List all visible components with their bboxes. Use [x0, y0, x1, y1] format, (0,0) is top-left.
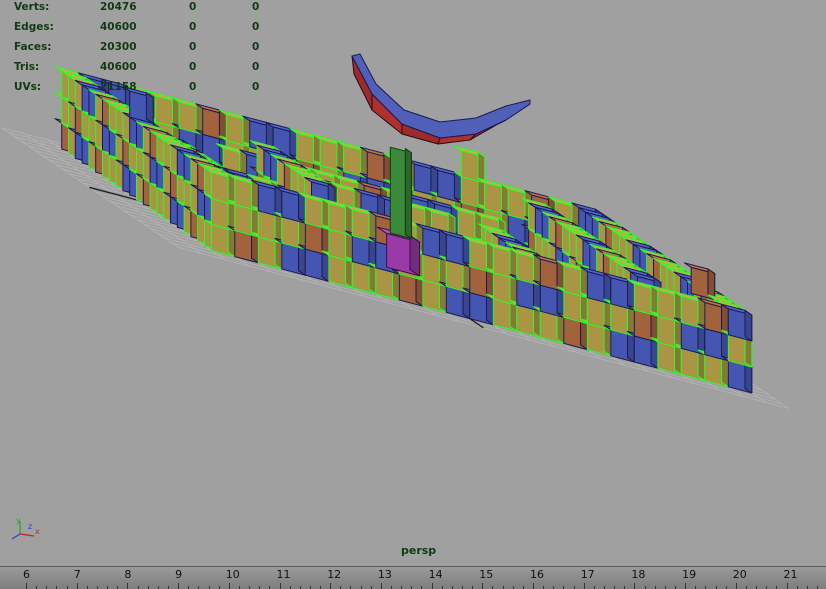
timeline-tick — [583, 583, 585, 589]
timeline-tick — [76, 583, 78, 589]
timeline-frame-label: 11 — [276, 568, 291, 581]
hud-value: 0 — [252, 41, 260, 53]
timeline-frame-label: 9 — [175, 568, 183, 581]
timeline-tick — [431, 583, 433, 589]
hud-label: Tris: — [14, 61, 40, 73]
hud-label: UVs: — [14, 81, 42, 93]
timeline-frame-label: 17 — [580, 568, 595, 581]
hud-value: 0 — [252, 61, 260, 73]
timeline-tick — [178, 583, 180, 589]
perspective-viewport[interactable]: Verts: 20476 0 0 Edges: 40600 0 0 Faces:… — [0, 0, 826, 566]
hud-value: 0 — [189, 1, 197, 13]
timeline-tick — [380, 583, 382, 589]
timeline-frame-label: 15 — [479, 568, 494, 581]
cube-side-face — [744, 309, 753, 342]
timeline-frame-label: 8 — [124, 568, 132, 581]
timeline-frame-label: 6 — [23, 568, 30, 581]
timeline-frame-label: 18 — [631, 568, 646, 581]
hud-label: Edges: — [14, 21, 54, 33]
timeline-frame-label: 14 — [428, 568, 443, 581]
timeline-frame-label: 13 — [377, 568, 392, 581]
timeline-tick — [685, 583, 687, 589]
timeline-tick — [482, 583, 484, 589]
timeline-tick — [634, 583, 636, 589]
axis-z-label: z — [28, 522, 32, 531]
hud-label: Faces: — [14, 41, 52, 53]
timeline-frame-label: 19 — [682, 568, 697, 581]
cube-side-face — [145, 92, 154, 124]
hud-value: 0 — [189, 81, 197, 93]
hud-value: 0 — [252, 1, 260, 13]
hud-value: 0 — [189, 21, 197, 33]
timeline-frame-label: 16 — [530, 568, 544, 581]
timeline-frame-label: 20 — [732, 568, 747, 581]
crescent-rim — [351, 53, 531, 139]
camera-name-label: persp — [401, 544, 437, 557]
hud-value: 0 — [252, 81, 260, 93]
axis-x-label: x — [35, 527, 40, 536]
hud-value: 20300 — [100, 41, 137, 53]
pillar-side-face — [404, 148, 412, 239]
timeline-tick — [735, 583, 737, 589]
hud-value: 0 — [189, 61, 197, 73]
hud-value: 40600 — [100, 21, 137, 33]
timeline-frame-label: 10 — [225, 568, 240, 581]
hud-value: 21158 — [100, 81, 137, 93]
hud-value: 0 — [252, 21, 260, 33]
timeline-frame-label: 21 — [783, 568, 798, 581]
axis-y-label: y — [16, 516, 21, 525]
timeline-tick — [330, 583, 332, 589]
timeline-tick — [26, 583, 27, 589]
hud-value: 20476 — [100, 1, 137, 13]
base-side-face — [409, 235, 420, 277]
timeline-frame-label: 12 — [327, 568, 342, 581]
timeline-tick — [228, 583, 230, 589]
timeline-tick — [127, 583, 129, 589]
hud-value: 40600 — [100, 61, 137, 73]
timeline-tick — [786, 583, 788, 589]
timeline-tick — [279, 583, 281, 589]
hud-value: 0 — [189, 41, 197, 53]
timeline-tick — [533, 583, 534, 589]
hud-label: Verts: — [14, 1, 50, 13]
time-slider[interactable]: 6 7 8 9 10 11 12 13 14 15 16 17 18 19 20 21 — [0, 566, 826, 589]
timeline-frame-label: 7 — [73, 568, 81, 581]
axis-gizmo: x y z — [11, 516, 40, 540]
